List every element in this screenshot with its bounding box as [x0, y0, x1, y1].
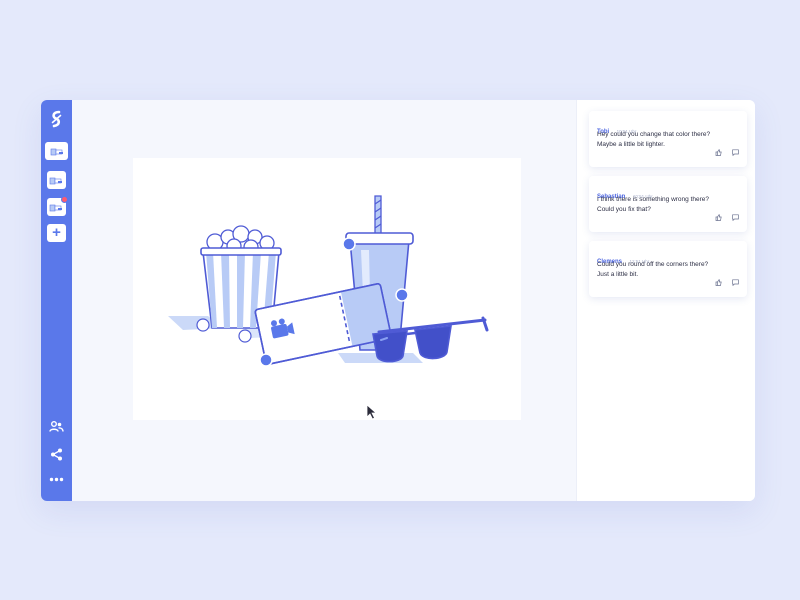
page-thumbnail-1[interactable]: [45, 142, 68, 160]
app-window: + Tobi 10:51 Uhr Hey could you change th…: [41, 100, 755, 501]
add-page-button[interactable]: +: [47, 224, 66, 242]
selection-handle[interactable]: [395, 288, 409, 302]
cursor-icon: [366, 404, 378, 420]
reply-icon[interactable]: [732, 149, 739, 157]
thumbs-up-icon[interactable]: [715, 149, 722, 156]
selection-handle[interactable]: [342, 237, 356, 251]
artboard[interactable]: [133, 158, 521, 420]
comments-panel: Tobi 10:51 Uhr Hey could you change that…: [576, 100, 755, 501]
page-thumbnail-icon: [49, 204, 62, 212]
logo-icon[interactable]: [48, 109, 65, 129]
cinema-illustration[interactable]: [133, 158, 521, 420]
reply-icon[interactable]: [732, 214, 739, 222]
comment-card[interactable]: Tobi 10:51 Uhr Hey could you change that…: [589, 111, 747, 167]
selection-handle[interactable]: [259, 353, 273, 367]
comment-actions: [709, 143, 739, 161]
share-icon[interactable]: [49, 447, 64, 462]
comment-card[interactable]: Sebastian 10:51 Uhr I think there is som…: [589, 176, 747, 232]
page-thumbnail-3[interactable]: [47, 196, 68, 216]
page-thumbnail-icon: [50, 148, 63, 156]
more-icon[interactable]: [49, 472, 64, 487]
comment-actions: [709, 273, 739, 291]
notification-dot: [61, 196, 68, 203]
thumbs-up-icon[interactable]: [715, 279, 722, 286]
canvas-area[interactable]: [72, 100, 576, 501]
comment-actions: [709, 208, 739, 226]
comment-card[interactable]: Clemens 12:51 Uhr Could you round off th…: [589, 241, 747, 297]
thumbs-up-icon[interactable]: [715, 214, 722, 221]
reply-icon[interactable]: [732, 279, 739, 287]
page-thumbnail-icon: [49, 177, 62, 185]
sidebar: +: [41, 100, 72, 501]
users-icon[interactable]: [49, 419, 64, 434]
page-thumbnail-2[interactable]: [47, 171, 66, 189]
